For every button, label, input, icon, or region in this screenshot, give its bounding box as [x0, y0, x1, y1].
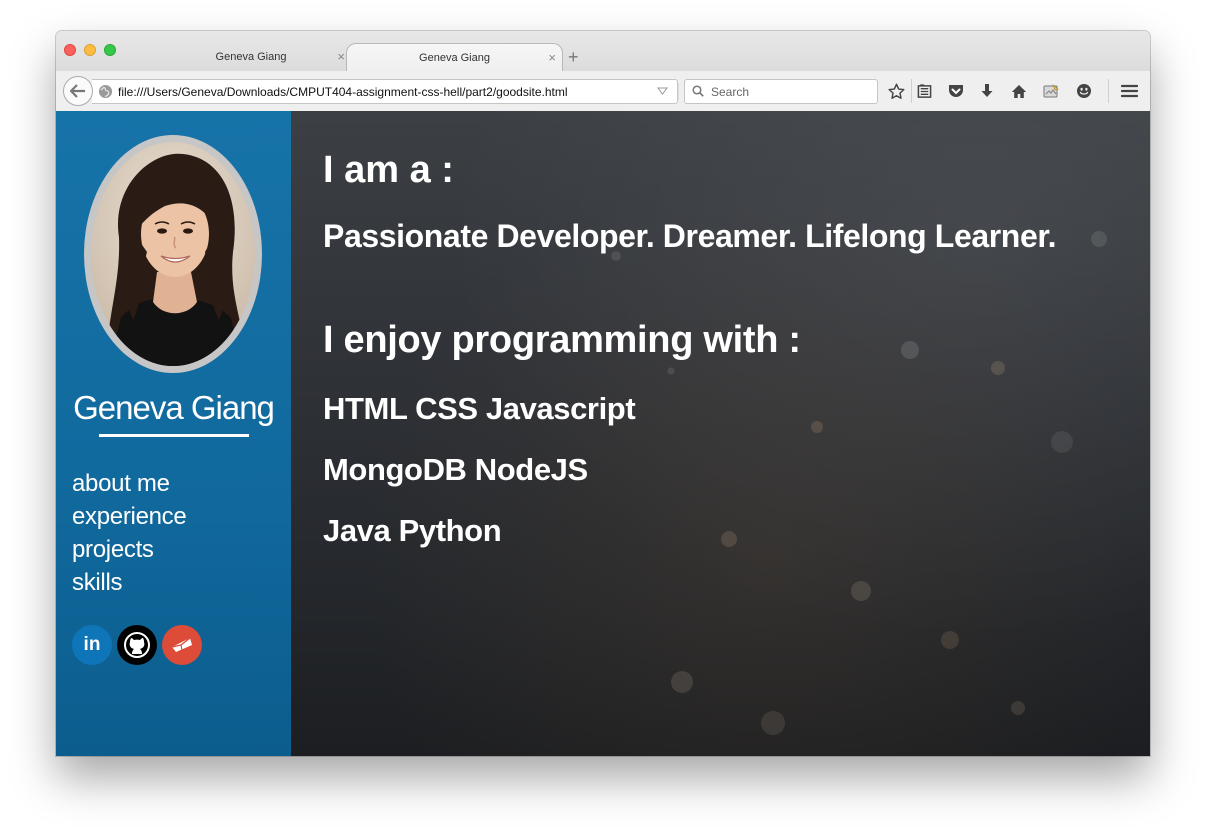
language-line: HTML CSS Javascript	[323, 391, 636, 426]
mail-button[interactable]	[162, 625, 202, 665]
url-separator	[678, 83, 679, 100]
background-bokeh	[991, 361, 1005, 375]
profile-photo	[91, 142, 255, 366]
background-bokeh	[811, 421, 823, 433]
tagline: Passionate Developer. Dreamer. Lifelong …	[323, 218, 1057, 254]
nav-link-projects[interactable]: projects	[72, 533, 186, 566]
tab-close-icon[interactable]: ×	[337, 50, 345, 63]
main-panel: I am a : Passionate Developer. Dreamer. …	[291, 111, 1150, 756]
iam-heading: I am a :	[323, 149, 454, 191]
search-input[interactable]	[709, 82, 873, 102]
tab-close-icon[interactable]: ×	[548, 51, 556, 64]
background-bokeh	[761, 711, 785, 735]
toolbar-separator	[911, 79, 912, 103]
background-bokeh	[1091, 231, 1107, 247]
navigation-toolbar: file:///Users/Geneva/Downloads/CMPUT404-…	[56, 71, 1150, 112]
back-arrow-icon	[70, 84, 85, 98]
home-icon[interactable]	[1009, 81, 1029, 101]
new-tab-button[interactable]: +	[568, 48, 579, 66]
bookmark-star-icon[interactable]	[886, 81, 906, 101]
language-line: MongoDB NodeJS	[323, 452, 588, 487]
nav-link-experience[interactable]: experience	[72, 500, 187, 533]
github-button[interactable]	[117, 625, 157, 665]
toolbar-separator	[1108, 79, 1109, 103]
profile-sidebar: Geneva Giang about me experience project…	[56, 111, 291, 756]
avatar	[84, 135, 262, 373]
browser-window: Geneva Giang × Geneva Giang × + file:///…	[56, 31, 1150, 756]
download-icon[interactable]	[977, 81, 997, 101]
tab-active[interactable]: Geneva Giang ×	[346, 43, 563, 72]
window-maximize-button[interactable]	[104, 44, 116, 56]
background-bokeh	[851, 581, 871, 601]
back-button[interactable]	[63, 76, 93, 106]
background-bokeh	[671, 671, 693, 693]
enjoy-heading: I enjoy programming with :	[323, 319, 801, 361]
github-icon	[124, 632, 150, 658]
background-bokeh	[721, 531, 737, 547]
tab-inactive[interactable]: Geneva Giang ×	[151, 43, 351, 71]
screenshot-icon[interactable]	[1041, 81, 1061, 101]
search-icon	[692, 85, 704, 97]
profile-name: Geneva Giang	[73, 389, 275, 426]
sidebar-nav: about me experience projects skills	[72, 467, 187, 599]
window-minimize-button[interactable]	[84, 44, 96, 56]
background-bokeh	[901, 341, 919, 359]
emoji-icon[interactable]	[1074, 81, 1094, 101]
url-bar[interactable]: file:///Users/Geneva/Downloads/CMPUT404-…	[92, 79, 700, 104]
window-close-button[interactable]	[64, 44, 76, 56]
url-text[interactable]: file:///Users/Geneva/Downloads/CMPUT404-…	[118, 85, 568, 99]
pocket-icon[interactable]	[946, 81, 966, 101]
tab-strip: Geneva Giang × Geneva Giang × +	[56, 31, 1150, 72]
linkedin-button[interactable]: in	[72, 625, 112, 665]
nav-link-about-me[interactable]: about me	[72, 467, 186, 500]
background-bokeh	[1011, 701, 1025, 715]
reading-list-icon[interactable]	[914, 81, 934, 101]
background-bokeh	[941, 631, 959, 649]
url-dropdown-icon[interactable]	[657, 87, 668, 95]
mail-icon	[171, 637, 192, 652]
search-bar[interactable]	[684, 79, 878, 104]
social-links: in	[72, 625, 202, 665]
name-underline	[99, 434, 249, 437]
tab-title: Geneva Giang	[215, 51, 287, 63]
tab-title: Geneva Giang	[419, 52, 490, 64]
menu-hamburger-icon[interactable]	[1119, 81, 1139, 101]
globe-icon	[98, 84, 113, 99]
background-bokeh	[1051, 431, 1073, 453]
page-content: Geneva Giang about me experience project…	[56, 111, 1150, 756]
linkedin-icon: in	[83, 634, 101, 655]
nav-link-skills[interactable]: skills	[72, 566, 186, 599]
language-line: Java Python	[323, 513, 502, 548]
